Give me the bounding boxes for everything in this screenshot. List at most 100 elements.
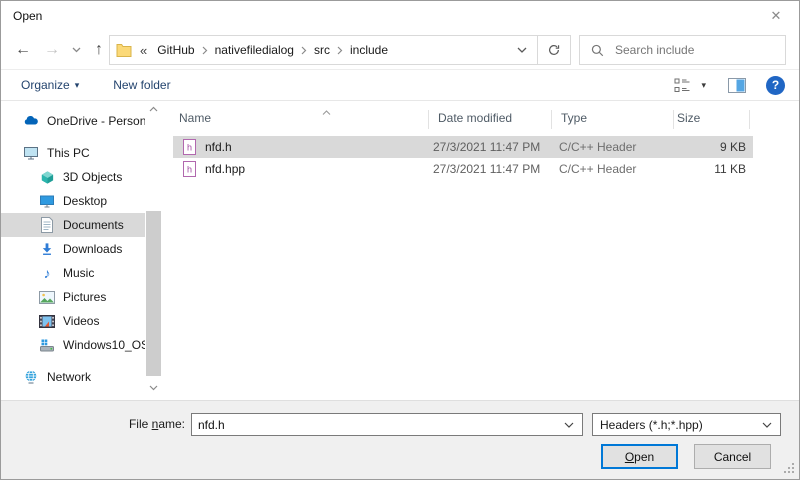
breadcrumb-overflow-icon[interactable]: « [140,43,147,58]
onedrive-cloud-icon [23,113,39,129]
up-button[interactable]: ↑ [87,31,111,69]
list-header: Name Date modified Type Size [162,104,799,132]
download-arrow-icon [39,241,55,257]
main-area: OneDrive - Person This PC 3D Objects Des… [1,101,799,400]
sidebar-item-label: Windows10_OS ( [63,338,145,352]
refresh-button[interactable] [537,36,570,64]
new-folder-button[interactable]: New folder [113,78,170,92]
sidebar-item-label: Videos [63,314,99,328]
cube-icon [39,169,55,185]
chevron-down-icon [517,47,527,53]
chevron-right-icon [202,46,208,55]
file-name-label: File name: [1,417,185,431]
column-divider[interactable] [673,110,674,129]
sidebar-scrollbar[interactable] [145,101,162,400]
recent-locations-button[interactable] [67,31,85,69]
resize-grip-icon[interactable] [784,463,795,477]
open-file-dialog: Open ✕ ← → ↑ « GitHub nativefiledialog s… [0,0,800,480]
column-divider[interactable] [428,110,429,129]
desktop-icon [39,193,55,209]
search-icon [590,43,605,58]
organize-button[interactable]: Organize ▾ [21,78,79,92]
film-icon [39,313,55,329]
back-arrow-icon: ← [15,41,31,59]
search-box[interactable] [579,35,786,65]
header-file-icon: h [183,139,196,155]
breadcrumb-item-nativefiledialog[interactable]: nativefiledialog [211,43,298,57]
new-folder-label: New folder [113,78,170,92]
caret-down-icon: ▾ [701,80,706,91]
title-bar: Open ✕ [1,1,799,31]
cancel-button[interactable]: Cancel [694,444,771,469]
sidebar-item-label: Desktop [63,194,107,208]
file-name-input[interactable] [192,417,556,433]
sidebar-item-network[interactable]: Network [1,365,145,389]
sidebar-item-documents[interactable]: Documents [1,213,145,237]
chevron-down-icon [72,47,81,53]
column-header-type[interactable]: Type [561,104,587,132]
close-button[interactable]: ✕ [753,1,799,31]
sidebar-item-label: Documents [63,218,124,232]
preview-pane-button[interactable] [728,78,746,93]
sidebar-item-windows10-os[interactable]: Windows10_OS ( [1,333,145,357]
sidebar-item-label: Pictures [63,290,106,304]
chevron-down-icon [754,422,780,428]
sidebar-item-onedrive[interactable]: OneDrive - Person [1,109,145,133]
file-type: C/C++ Header [559,136,636,158]
dialog-footer: File name: Headers (*.h;*.hpp) Open Canc… [1,400,799,480]
file-row-nfd-hpp[interactable]: h nfd.hpp 27/3/2021 11:47 PM C/C++ Heade… [162,158,799,180]
details-view-icon [674,78,693,93]
help-button[interactable]: ? [766,76,785,95]
column-divider[interactable] [749,110,750,129]
back-button[interactable]: ← [9,31,37,69]
file-type-select[interactable]: Headers (*.h;*.hpp) [592,413,781,436]
sidebar-item-label: Downloads [63,242,122,256]
scrollbar-thumb[interactable] [146,211,161,376]
address-bar: « GitHub nativefiledialog src include [109,35,571,65]
chevron-up-icon [149,106,158,112]
button-mnemonic: O [625,450,634,464]
scrollbar-up-button[interactable] [145,101,162,117]
toolbar-right-group: ▾ ? [674,76,785,95]
change-view-button[interactable]: ▾ [674,78,706,93]
file-size: 11 KB [673,158,746,180]
column-header-name[interactable]: Name [179,104,211,132]
organize-label: Organize [21,78,70,92]
sidebar-item-3d-objects[interactable]: 3D Objects [1,165,145,189]
question-mark-icon: ? [772,78,779,92]
sidebar-item-label: This PC [47,146,90,160]
sidebar-item-downloads[interactable]: Downloads [1,237,145,261]
open-button[interactable]: Open [601,444,678,469]
scrollbar-down-button[interactable] [145,380,162,396]
forward-button[interactable]: → [39,31,65,69]
address-dropdown-button[interactable] [507,36,537,64]
button-text: pen [634,450,654,464]
column-header-date-modified[interactable]: Date modified [438,104,512,132]
column-header-size[interactable]: Size [677,104,700,132]
file-type-value: Headers (*.h;*.hpp) [593,418,754,432]
breadcrumb-item-include[interactable]: include [346,43,392,57]
sidebar-item-pictures[interactable]: Pictures [1,285,145,309]
breadcrumb-item-src[interactable]: src [310,43,334,57]
up-arrow-icon: ↑ [95,41,103,59]
button-text: Cancel [714,450,751,464]
sidebar-item-label: Network [47,370,91,384]
file-name-combo [191,413,583,436]
file-type: C/C++ Header [559,158,636,180]
chevron-down-icon [564,422,574,428]
sidebar-item-label: 3D Objects [63,170,122,184]
file-name-dropdown-button[interactable] [556,422,582,428]
column-divider[interactable] [551,110,552,129]
label-text: File [129,417,152,431]
sidebar-item-music[interactable]: ♪ Music [1,261,145,285]
sidebar-item-this-pc[interactable]: This PC [1,141,145,165]
music-note-icon: ♪ [39,265,55,281]
file-row-nfd-h[interactable]: h nfd.h 27/3/2021 11:47 PM C/C++ Header … [162,136,799,158]
sidebar-item-videos[interactable]: Videos [1,309,145,333]
search-input[interactable] [613,42,767,58]
file-list: Name Date modified Type Size h nfd.h 27/… [162,101,799,400]
breadcrumb-item-github[interactable]: GitHub [153,43,198,57]
sort-ascending-icon [322,104,331,118]
sidebar-item-desktop[interactable]: Desktop [1,189,145,213]
navigation-bar: ← → ↑ « GitHub nativefiledialog src incl… [1,31,799,69]
